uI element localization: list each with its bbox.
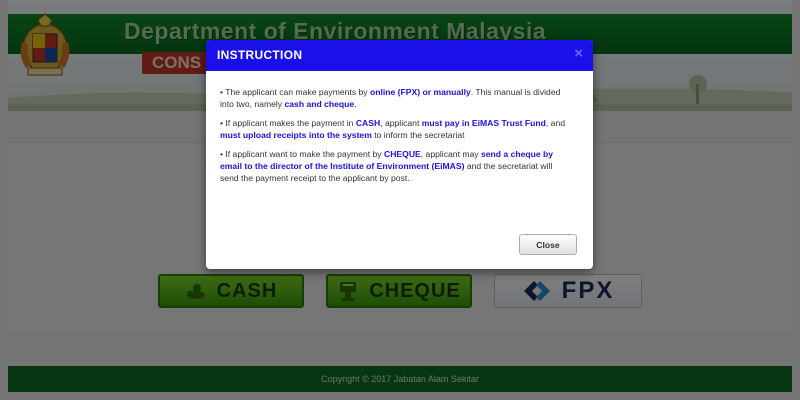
close-button[interactable]: Close xyxy=(519,234,577,255)
text: , applicant may xyxy=(420,149,481,159)
text: , applicant xyxy=(380,118,422,128)
highlight-text: online (FPX) or manually xyxy=(369,87,471,97)
text: • If applicant makes the payment in xyxy=(220,118,356,128)
text: • If applicant want to make the payment … xyxy=(220,149,384,159)
modal-body: • The applicant can make payments by onl… xyxy=(220,86,570,191)
text: , and xyxy=(545,118,566,128)
highlight-text: CASH xyxy=(355,118,381,128)
instruction-paragraph-1: • The applicant can make payments by onl… xyxy=(220,86,570,110)
highlight-text: CHEQUE xyxy=(384,149,421,159)
text: . xyxy=(354,99,357,109)
modal-header: INSTRUCTION × xyxy=(206,40,593,71)
highlight-text: cash and cheque xyxy=(284,99,355,109)
modal-title: INSTRUCTION xyxy=(217,48,303,62)
close-icon[interactable]: × xyxy=(574,45,583,62)
text: • The applicant can make payments by xyxy=(220,87,370,97)
highlight-text: must pay in EiMAS Trust Fund xyxy=(421,118,546,128)
instruction-paragraph-3: • If applicant want to make the payment … xyxy=(220,148,570,184)
instruction-modal: INSTRUCTION × • The applicant can make p… xyxy=(206,40,593,269)
text: to inform the secretariat xyxy=(371,130,465,140)
highlight-text: must upload receipts into the system xyxy=(220,130,372,140)
instruction-paragraph-2: • If applicant makes the payment in CASH… xyxy=(220,117,570,141)
